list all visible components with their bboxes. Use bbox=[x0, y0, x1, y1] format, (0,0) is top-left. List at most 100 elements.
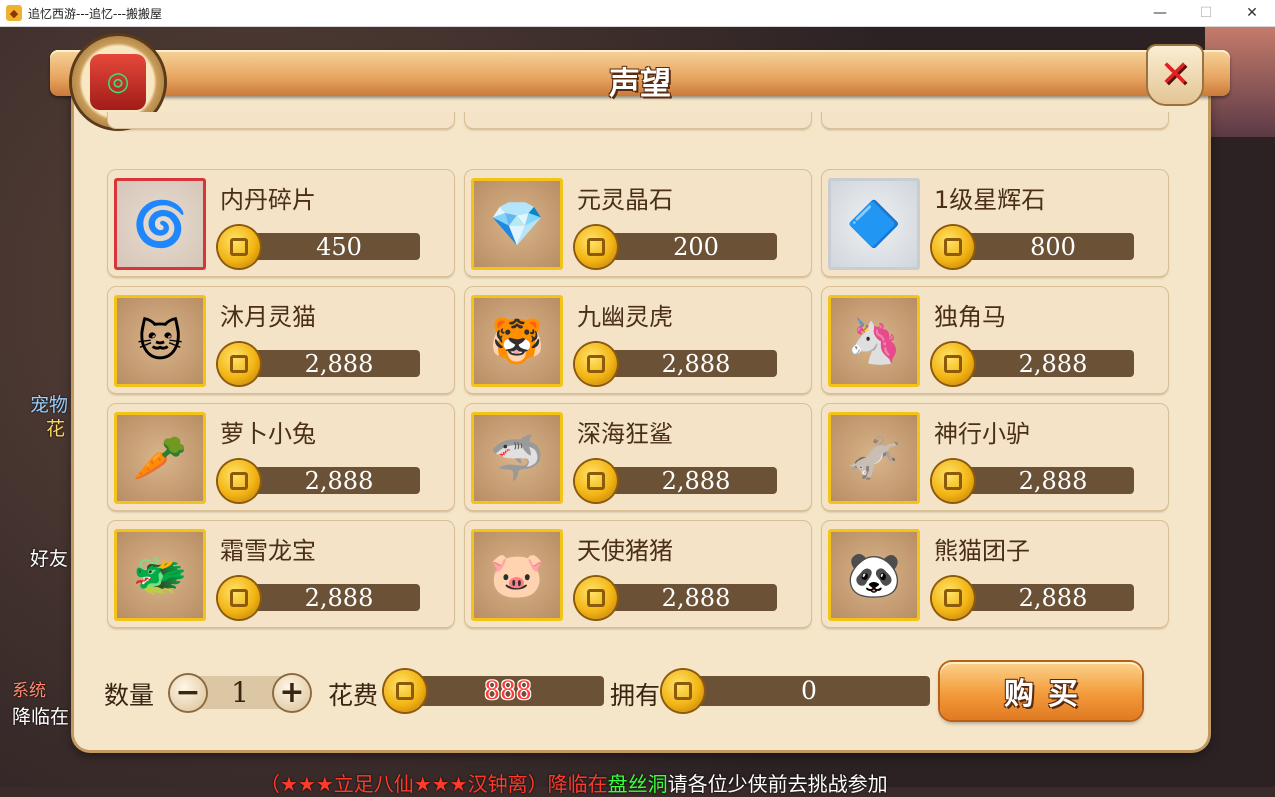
item-name: 独角马 bbox=[934, 303, 1006, 331]
item-name: 深海狂鲨 bbox=[577, 420, 673, 448]
item-price-bar: 800 bbox=[952, 233, 1134, 261]
item-name: 九幽灵虎 bbox=[577, 303, 673, 331]
item-name: 神行小驴 bbox=[934, 420, 1030, 448]
item-name: 熊猫团子 bbox=[934, 537, 1030, 565]
side-friends-label[interactable]: 好友 bbox=[30, 544, 68, 571]
item-price-bar: 2,888 bbox=[595, 467, 777, 495]
item-price: 2,888 bbox=[304, 350, 374, 378]
app-icon: ◆ bbox=[6, 5, 22, 21]
maximize-button[interactable]: ☐ bbox=[1183, 0, 1229, 26]
coin-icon bbox=[218, 460, 260, 502]
item-price: 800 bbox=[1030, 233, 1076, 261]
item-price-bar: 2,888 bbox=[595, 350, 777, 378]
item-price: 2,888 bbox=[661, 467, 731, 495]
announcement-location[interactable]: 盘丝洞 bbox=[608, 772, 668, 796]
item-name: 沐月灵猫 bbox=[220, 303, 316, 331]
owned-value: 0 bbox=[801, 676, 817, 705]
item-name: 元灵晶石 bbox=[577, 186, 673, 214]
item-thumbnail: 🐷 bbox=[471, 529, 563, 621]
item-price-bar: 2,888 bbox=[238, 584, 420, 612]
coin-icon bbox=[575, 343, 617, 385]
item-price-bar: 450 bbox=[238, 233, 420, 261]
item-price: 2,888 bbox=[1018, 467, 1088, 495]
buy-button-label: 购买 bbox=[1004, 677, 1092, 712]
minimize-button[interactable]: — bbox=[1137, 0, 1183, 26]
coin-icon bbox=[932, 577, 974, 619]
quantity-value[interactable]: 1 bbox=[206, 676, 274, 709]
quantity-increase-button[interactable]: + bbox=[274, 675, 310, 711]
panel-title: 声望 bbox=[609, 66, 671, 102]
item-price: 2,888 bbox=[1018, 350, 1088, 378]
list-item[interactable]: 🫏 神行小驴 2,888 bbox=[822, 404, 1168, 510]
system-announcement: （★★★立足八仙★★★汉钟离）降临在盘丝洞请各位少侠前去挑战参加 bbox=[260, 768, 888, 797]
window-title: 追忆西游---追忆---搬搬屋 bbox=[28, 6, 162, 21]
item-thumbnail: 🦄 bbox=[828, 295, 920, 387]
item-thumbnail: 💎 bbox=[471, 178, 563, 270]
item-thumbnail: 🐲 bbox=[114, 529, 206, 621]
item-thumbnail: 🦈 bbox=[471, 412, 563, 504]
list-item[interactable]: 💎 元灵晶石 200 bbox=[465, 170, 811, 276]
quantity-label: 数量 bbox=[104, 681, 155, 710]
announcement-part-3: 请各位少侠前去挑战参加 bbox=[667, 772, 888, 796]
item-price: 2,888 bbox=[304, 584, 374, 612]
item-price-bar: 2,888 bbox=[595, 584, 777, 612]
item-price: 200 bbox=[673, 233, 719, 261]
coin-icon bbox=[218, 577, 260, 619]
coin-icon bbox=[932, 460, 974, 502]
cost-label: 花费 bbox=[328, 681, 379, 710]
list-item[interactable]: 🌀 内丹碎片 450 bbox=[108, 170, 454, 276]
chat-channel-tag: 系统 bbox=[12, 681, 46, 701]
window-controls: — ☐ ✕ bbox=[1137, 0, 1275, 26]
list-item[interactable]: 🐱 沐月灵猫 2,888 bbox=[108, 287, 454, 393]
item-price-bar: 2,888 bbox=[952, 584, 1134, 612]
item-thumbnail: 🐯 bbox=[471, 295, 563, 387]
item-thumbnail: 🐱 bbox=[114, 295, 206, 387]
list-item[interactable]: 🦈 深海狂鲨 2,888 bbox=[465, 404, 811, 510]
close-x-icon: ✕ bbox=[1159, 54, 1191, 95]
item-list[interactable]: 🌀 内丹碎片 450 💎 元灵晶石 200 🔷 1级星辉石 800 🐱 沐月灵猫… bbox=[104, 112, 1176, 652]
coin-icon bbox=[662, 670, 704, 712]
item-price: 2,888 bbox=[304, 467, 374, 495]
item-price: 2,888 bbox=[661, 584, 731, 612]
item-thumbnail: 🥕 bbox=[114, 412, 206, 504]
list-item[interactable]: 🐲 霜雪龙宝 2,888 bbox=[108, 521, 454, 627]
item-name: 霜雪龙宝 bbox=[220, 537, 316, 565]
item-price-bar: 2,888 bbox=[952, 350, 1134, 378]
close-panel-button[interactable]: ✕ bbox=[1148, 46, 1202, 104]
item-price-bar: 2,888 bbox=[238, 467, 420, 495]
announcement-part-1: （★★★立足八仙★★★汉钟离）降临在 bbox=[260, 772, 608, 796]
coin-icon bbox=[575, 460, 617, 502]
chat-line-fragment: 降临在 bbox=[12, 706, 70, 728]
item-thumbnail: 🌀 bbox=[114, 178, 206, 270]
item-price: 2,888 bbox=[1018, 584, 1088, 612]
item-thumbnail: 🔷 bbox=[828, 178, 920, 270]
quantity-decrease-button[interactable]: − bbox=[170, 675, 206, 711]
shop-pavilion-icon: ◎ bbox=[90, 54, 146, 110]
coin-icon bbox=[932, 343, 974, 385]
list-item[interactable]: 🐯 九幽灵虎 2,888 bbox=[465, 287, 811, 393]
item-name: 萝卜小兔 bbox=[220, 420, 316, 448]
close-window-button[interactable]: ✕ bbox=[1229, 0, 1275, 26]
cost-value: 888 bbox=[484, 676, 532, 705]
list-item[interactable]: 🐼 熊猫团子 2,888 bbox=[822, 521, 1168, 627]
coin-icon bbox=[218, 226, 260, 268]
side-flower-label: 花 bbox=[46, 418, 66, 440]
list-item[interactable]: 🔷 1级星辉石 800 bbox=[822, 170, 1168, 276]
item-price: 2,888 bbox=[661, 350, 731, 378]
buy-button[interactable]: 购买 bbox=[940, 662, 1142, 720]
list-item[interactable]: 🐷 天使猪猪 2,888 bbox=[465, 521, 811, 627]
list-item-partial bbox=[465, 112, 811, 128]
item-thumbnail: 🐼 bbox=[828, 529, 920, 621]
list-item[interactable]: 🦄 独角马 2,888 bbox=[822, 287, 1168, 393]
list-item-partial bbox=[822, 112, 1168, 128]
owned-label: 拥有 bbox=[610, 681, 661, 710]
side-pet-label: 宠物 bbox=[30, 394, 69, 416]
list-item[interactable]: 🥕 萝卜小兔 2,888 bbox=[108, 404, 454, 510]
item-name: 内丹碎片 bbox=[220, 186, 316, 214]
coin-icon bbox=[575, 226, 617, 268]
window-titlebar: ◆ 追忆西游---追忆---搬搬屋 — ☐ ✕ bbox=[0, 0, 1275, 27]
item-price-bar: 200 bbox=[595, 233, 777, 261]
item-price-bar: 2,888 bbox=[238, 350, 420, 378]
item-price-bar: 2,888 bbox=[952, 467, 1134, 495]
item-thumbnail: 🫏 bbox=[828, 412, 920, 504]
